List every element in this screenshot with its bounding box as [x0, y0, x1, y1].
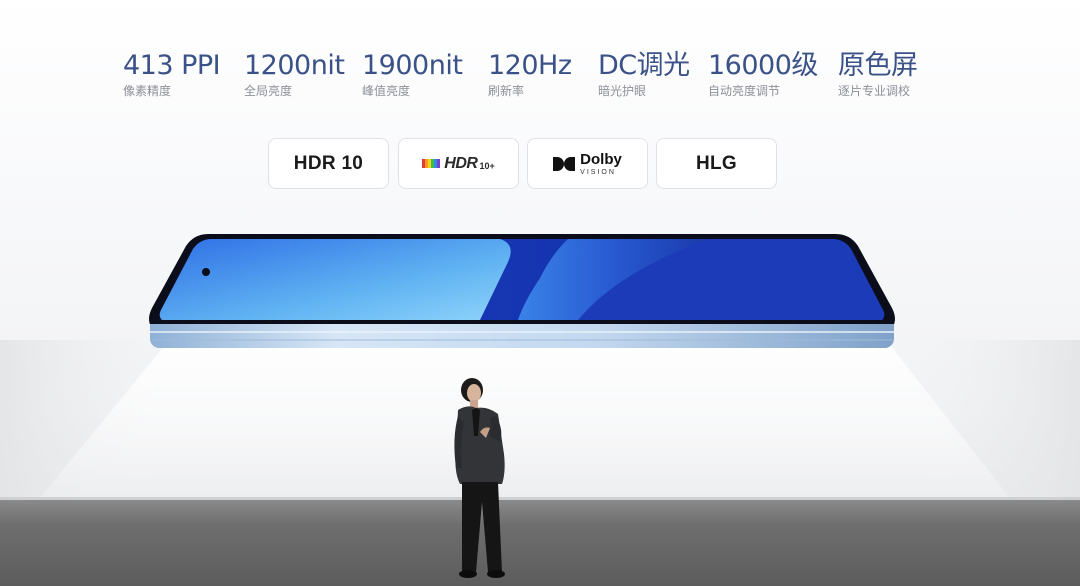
spec-caption: 刷新率	[488, 84, 525, 98]
display-specs-row: 413 PPI 像素精度 1200nit 全局亮度 1900nit 峰值亮度 1…	[0, 50, 1080, 110]
spec-value: 16000级	[708, 50, 818, 81]
spec-auto-brightness-levels: 16000级 自动亮度调节	[708, 50, 818, 98]
hdr10-plus-color-bars	[422, 159, 441, 168]
spec-value: 原色屏	[838, 50, 918, 81]
dolby-word: Dolby	[580, 150, 622, 168]
hdr10-plus-suffix: 10+	[479, 160, 495, 171]
hdr-format-badges: HDR 10 HDR 10+ Dolby VISION HLG	[0, 138, 1080, 190]
badge-hlg-label: HLG	[695, 152, 737, 174]
stage-floor	[0, 500, 1080, 586]
dolby-vision-logo: Dolby VISION	[553, 152, 622, 176]
spec-ppi: 413 PPI 像素精度	[123, 50, 221, 98]
spec-caption: 逐片专业调校	[838, 84, 911, 98]
spec-caption: 自动亮度调节	[708, 84, 781, 98]
spec-dc-dimming: DC调光 暗光护眼	[598, 50, 690, 98]
hdr10-plus-logo-icon: HDR 10+	[422, 154, 495, 173]
presenter-figure	[454, 378, 505, 578]
spec-value: 120Hz	[488, 50, 572, 81]
badge-hdr10-plus: HDR 10+	[398, 138, 519, 189]
badge-hlg: HLG	[656, 138, 777, 189]
spec-global-brightness: 1200nit 全局亮度	[244, 50, 345, 98]
spec-color-calibration: 原色屏 逐片专业调校	[838, 50, 918, 98]
spec-value: DC调光	[598, 50, 690, 81]
spec-caption: 像素精度	[123, 84, 172, 98]
spec-peak-brightness: 1900nit 峰值亮度	[362, 50, 463, 98]
phone-render	[149, 234, 895, 348]
spec-refresh-rate: 120Hz 刷新率	[488, 50, 572, 98]
badge-hdr10-label: HDR 10	[293, 152, 364, 174]
hdr10-plus-text: HDR	[444, 154, 478, 172]
front-camera-icon	[202, 268, 210, 276]
spec-value: 413 PPI	[123, 50, 221, 81]
spec-caption: 峰值亮度	[362, 84, 411, 98]
spec-caption: 全局亮度	[244, 84, 293, 98]
badge-dolby-vision: Dolby VISION	[527, 138, 648, 189]
vision-word: VISION	[580, 168, 616, 176]
spec-caption: 暗光护眼	[598, 84, 647, 98]
dolby-double-d-icon	[553, 156, 576, 171]
spec-value: 1200nit	[244, 50, 345, 81]
badge-hdr10: HDR 10	[268, 138, 389, 189]
spec-value: 1900nit	[362, 50, 463, 81]
